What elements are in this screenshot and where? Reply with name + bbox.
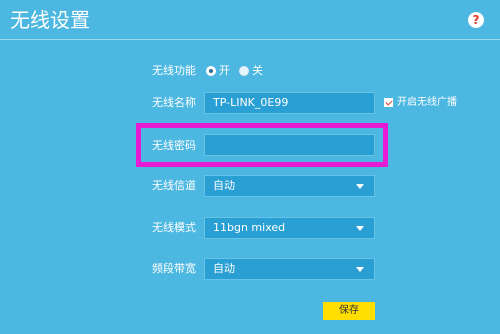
bandwidth-label: 频段带宽 [152,262,196,275]
chevron-down-icon [356,226,364,231]
wireless-off-label[interactable]: 关 [252,64,263,78]
wireless-mode-value: 11bgn mixed [213,221,286,234]
wireless-off-radio[interactable] [239,66,249,76]
wireless-channel-select[interactable]: 自动 [204,175,375,197]
wireless-name-label: 无线名称 [152,96,196,109]
wireless-function-label: 无线功能 [152,64,196,77]
chevron-down-icon [356,267,364,272]
bandwidth-value: 自动 [213,262,235,275]
bandwidth-select[interactable]: 自动 [204,258,375,280]
page-title: 无线设置 [10,8,90,32]
wireless-on-radio[interactable] [206,66,216,76]
help-icon[interactable]: ? [468,12,484,28]
wireless-on-label[interactable]: 开 [219,64,230,78]
chevron-down-icon [356,184,364,189]
wireless-channel-value: 自动 [213,179,235,192]
title-divider [0,39,500,40]
wireless-mode-label: 无线模式 [152,221,196,234]
password-highlight-box [136,123,388,167]
wireless-channel-label: 无线信道 [152,179,196,192]
wireless-name-input[interactable]: TP-LINK_0E99 [204,92,375,114]
wireless-mode-select[interactable]: 11bgn mixed [204,217,375,239]
wireless-name-value: TP-LINK_0E99 [213,96,289,109]
broadcast-label: 开启无线广播 [397,97,457,108]
broadcast-checkbox[interactable] [384,98,393,107]
save-button[interactable]: 保存 [323,302,375,320]
